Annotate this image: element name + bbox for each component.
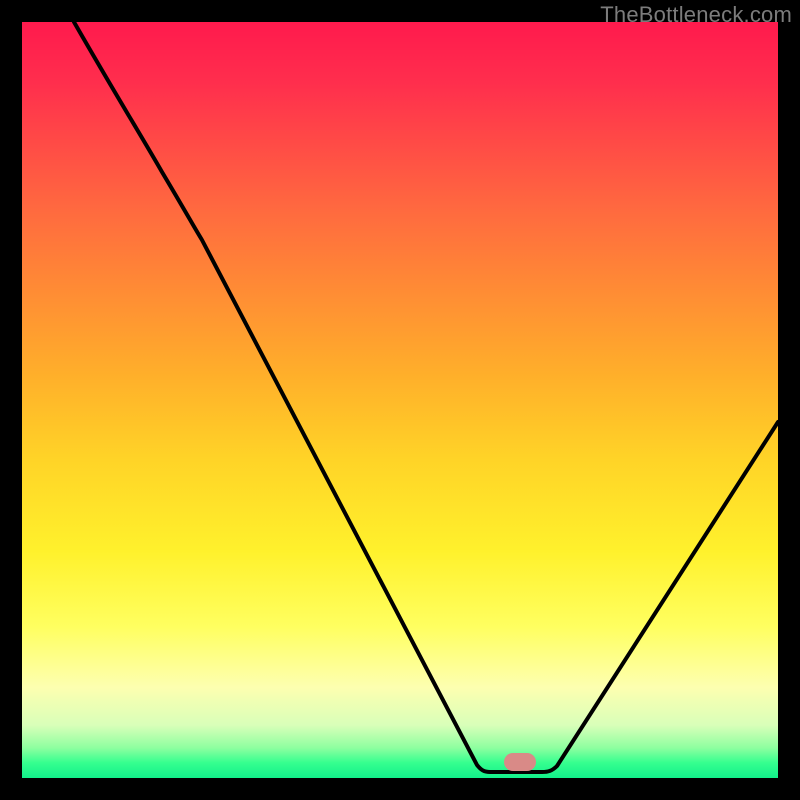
- watermark-text: TheBottleneck.com: [600, 2, 792, 28]
- chart-frame: TheBottleneck.com: [0, 0, 800, 800]
- curve-path: [74, 22, 778, 772]
- optimal-marker: [504, 753, 536, 771]
- plot-area: [22, 22, 778, 778]
- bottleneck-curve: [22, 22, 778, 778]
